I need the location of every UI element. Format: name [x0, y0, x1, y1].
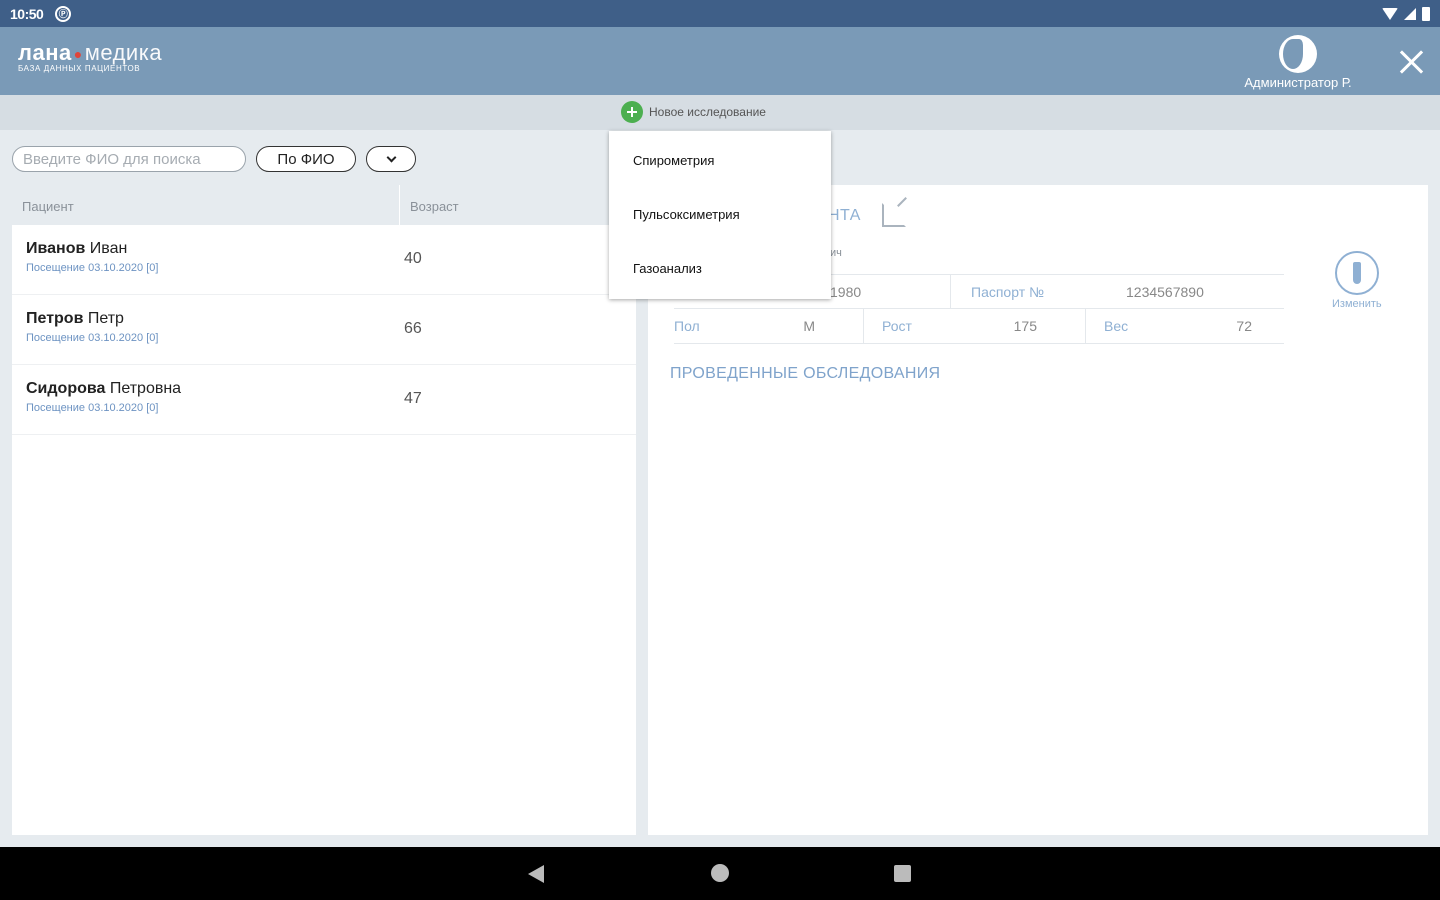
weight-field: Вес 72: [1086, 309, 1284, 343]
signal-icon: [1404, 7, 1416, 20]
height-field: Рост 175: [864, 309, 1086, 343]
card-subtitle: ич: [830, 247, 842, 259]
table-row[interactable]: Сидорова Петровна Посещение 03.10.2020 […: [12, 365, 636, 435]
status-time: 10:50: [10, 5, 44, 22]
exams-section-title: ПРОВЕДЕННЫЕ ОБСЛЕДОВАНИЯ: [670, 365, 941, 382]
column-header-patient[interactable]: Пациент: [12, 185, 400, 225]
wifi-icon: [1382, 7, 1398, 20]
open-external-icon[interactable]: [882, 203, 906, 227]
menu-item-spirometry[interactable]: Спирометрия: [609, 131, 831, 185]
patient-surname: Петров: [26, 310, 84, 327]
patient-name: Петров Петр: [26, 310, 386, 328]
status-icons: [1382, 6, 1430, 21]
weight-value: 72: [1236, 318, 1252, 334]
height-label: Рост: [882, 318, 912, 334]
app-notification-icon: Ⓟ: [55, 5, 72, 22]
column-header-age[interactable]: Возраст: [400, 185, 469, 225]
user-name: Администратор Р.: [1244, 75, 1352, 90]
sex-value: М: [803, 318, 815, 334]
system-nav-bar: [0, 847, 1440, 900]
change-button[interactable]: Изменить: [1332, 251, 1382, 310]
close-icon[interactable]: [1396, 47, 1426, 77]
info-row: Пол М Рост 175 Вес 72: [674, 309, 1284, 344]
user-profile[interactable]: Администратор Р.: [1238, 35, 1358, 90]
logo-text-thin: медика: [84, 40, 163, 65]
patient-firstname: Иван: [89, 240, 128, 257]
table-row[interactable]: Петров Петр Посещение 03.10.2020 [0] 66: [12, 295, 636, 365]
patient-visit: Посещение 03.10.2020 [0]: [26, 402, 159, 414]
weight-label: Вес: [1104, 318, 1129, 334]
passport-value: 1234567890: [1126, 283, 1204, 300]
patient-cell: Петров Петр Посещение 03.10.2020 [0]: [12, 295, 400, 364]
pencil-icon: [1334, 251, 1379, 295]
patient-age: 47: [404, 390, 422, 407]
status-bar: 10:50 Ⓟ: [0, 0, 1440, 27]
patient-list-panel: Пациент Возраст Иванов Иван Посещение 03…: [12, 185, 636, 835]
app-header: лана ●медика база данных пациентов Админи…: [0, 27, 1440, 95]
patient-surname: Сидорова: [26, 380, 106, 397]
patient-firstname: Петровна: [109, 380, 182, 397]
card-title: НТА: [828, 207, 861, 224]
plus-icon: [621, 101, 643, 123]
menu-item-gas-analysis[interactable]: Газоанализ: [609, 239, 831, 293]
battery-icon: [1422, 6, 1430, 21]
new-exam-menu: Спирометрия Пульсоксиметрия Газоанализ: [609, 131, 831, 299]
new-exam-label: Новое исследование: [649, 105, 766, 119]
passport-label: Паспорт №: [971, 283, 1045, 300]
menu-item-pulse-oximetry[interactable]: Пульсоксиметрия: [609, 185, 831, 239]
patient-cell: Иванов Иван Посещение 03.10.2020 [0]: [12, 225, 400, 294]
new-exam-button[interactable]: Новое исследование: [621, 101, 766, 123]
patient-name: Иванов Иван: [26, 240, 386, 258]
patient-visit: Посещение 03.10.2020 [0]: [26, 332, 159, 344]
table-row[interactable]: Иванов Иван Посещение 03.10.2020 [0] 40: [12, 225, 636, 295]
table-header: Пациент Возраст: [12, 185, 636, 225]
sex-label: Пол: [674, 318, 700, 334]
patient-age: 40: [404, 250, 422, 267]
height-value: 175: [1013, 318, 1037, 334]
patient-firstname: Петр: [87, 310, 124, 327]
sex-field: Пол М: [674, 309, 864, 343]
logo-dot: ●: [73, 46, 83, 63]
recent-apps-icon[interactable]: [894, 865, 911, 882]
patient-cell: Сидорова Петровна Посещение 03.10.2020 […: [12, 365, 400, 434]
logo-text-bold: лана: [18, 40, 72, 65]
search-mode-button[interactable]: По ФИО: [256, 146, 356, 172]
patient-visit: Посещение 03.10.2020 [0]: [26, 262, 159, 274]
patient-name: Сидорова Петровна: [26, 380, 386, 398]
home-icon[interactable]: [711, 864, 729, 882]
search-mode-dropdown[interactable]: [366, 146, 416, 172]
change-label: Изменить: [1332, 298, 1382, 310]
avatar-icon[interactable]: [1279, 35, 1317, 73]
back-icon[interactable]: [528, 865, 544, 883]
app-logo: лана ●медика база данных пациентов: [18, 40, 162, 73]
patient-age: 66: [404, 320, 422, 337]
search-input[interactable]: [12, 146, 246, 172]
chevron-down-icon: [386, 152, 396, 162]
patient-surname: Иванов: [26, 240, 86, 257]
toolbar: Новое исследование: [0, 95, 1440, 130]
